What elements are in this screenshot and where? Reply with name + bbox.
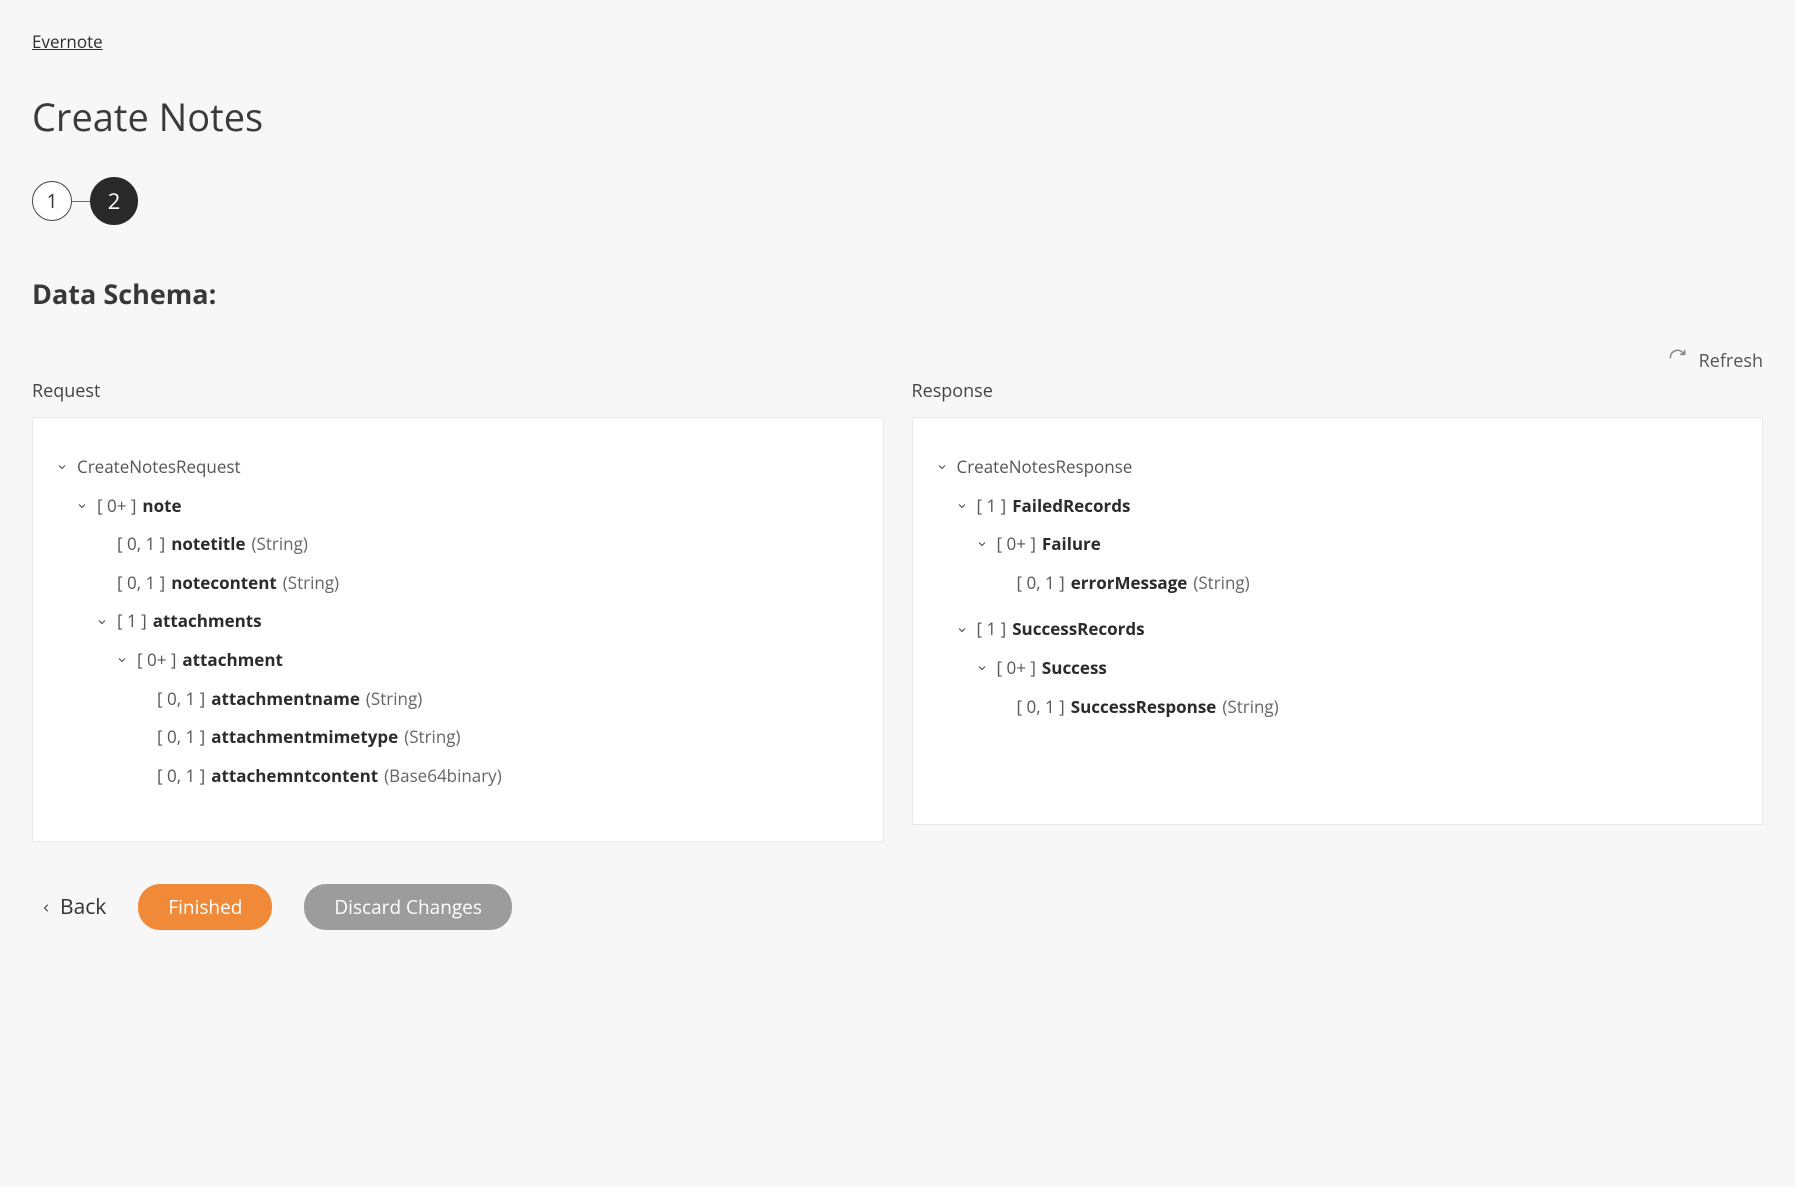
node-type: (String) [1222,692,1278,723]
chevron-down-icon[interactable] [953,497,971,515]
step-2[interactable]: 2 [90,177,138,225]
chevron-down-icon[interactable] [53,458,71,476]
response-label: Response [912,379,1764,403]
tree-node: [ 0+ ] Failure [ 0, 1 ] errorMessage (Str… [973,525,1733,606]
finished-button[interactable]: Finished [138,884,272,930]
tree-node: [ 0+ ] note[ 0, 1 ] notetitle (String)[ … [73,487,853,808]
tree-node: [ 0, 1 ] attachmentmimetype (String) [133,718,853,757]
node-type: (String) [404,722,460,753]
tree-row: [ 0, 1 ] notecontent (String) [93,568,853,599]
chevron-down-icon[interactable] [973,535,991,553]
chevron-down-icon[interactable] [933,458,951,476]
cardinality-label: [ 0, 1 ] [157,761,205,792]
node-name: attachments [153,606,262,637]
tree-row[interactable]: [ 0+ ] note [73,491,853,522]
node-name: attachmentmimetype [211,722,398,753]
node-name: SuccessResponse [1071,692,1217,723]
cardinality-label: [ 1 ] [117,606,147,637]
response-panel: CreateNotesResponse[ 1 ] FailedRecords[ … [912,417,1764,825]
cardinality-label: [ 0+ ] [137,645,176,676]
node-name: attachmentname [211,684,360,715]
chevron-down-icon[interactable] [93,613,111,631]
request-label: Request [32,379,884,403]
node-name: errorMessage [1071,568,1188,599]
tree-node: CreateNotesRequest [ 0+ ] note [ 0, 1 ] no… [53,448,853,811]
tree-node: [ 0+ ] Success [ 0, 1 ] SuccessResponse (… [973,649,1733,730]
cardinality-label: [ 0+ ] [97,491,136,522]
node-type: (String) [252,529,308,560]
chevron-down-icon[interactable] [973,659,991,677]
tree-node: [ 1 ] FailedRecords [ 0+ ] Failure [ 0, 1 … [953,487,1733,611]
tree-row[interactable]: [ 0+ ] attachment [113,645,853,676]
step-1[interactable]: 1 [32,181,72,221]
cardinality-label: [ 0+ ] [997,529,1036,560]
node-name: notetitle [171,529,245,560]
node-name: SuccessRecords [1012,614,1144,645]
cardinality-label: [ 1 ] [977,614,1007,645]
step-connector [72,201,90,202]
back-label: Back [60,893,106,921]
tree-row: [ 0, 1 ] SuccessResponse (String) [993,692,1733,723]
chevron-down-icon[interactable] [113,651,131,669]
tree-row[interactable]: CreateNotesRequest [53,452,853,483]
tree-row[interactable]: [ 0+ ] Success [973,653,1733,684]
cardinality-label: [ 0, 1 ] [157,722,205,753]
node-type: (String) [283,568,339,599]
stepper: 1 2 [32,177,1763,225]
tree-node: [ 0, 1 ] errorMessage (String) [993,564,1733,603]
request-panel: CreateNotesRequest [ 0+ ] note [ 0, 1 ] no… [32,417,884,842]
chevron-down-icon[interactable] [953,621,971,639]
cardinality-label: [ 0, 1 ] [1017,692,1065,723]
tree-node: [ 0+ ] attachment [ 0, 1 ] attachmentname… [113,641,853,799]
tree-row[interactable]: [ 1 ] attachments [93,606,853,637]
cardinality-label: [ 1 ] [977,491,1007,522]
cardinality-label: [ 0, 1 ] [1017,568,1065,599]
chevron-down-icon[interactable] [73,497,91,515]
tree-row: [ 0, 1 ] attachemntcontent (Base64binary… [133,761,853,792]
response-tree: CreateNotesResponse[ 1 ] FailedRecords[ … [933,448,1733,738]
page-title: Create Notes [32,91,1763,143]
node-name: FailedRecords [1012,491,1130,522]
tree-row[interactable]: [ 0+ ] Failure [973,529,1733,560]
node-name: attachment [182,645,283,676]
tree-row[interactable]: CreateNotesResponse [933,452,1733,483]
tree-node: [ 0, 1 ] attachmentname (String) [133,680,853,719]
request-tree: CreateNotesRequest [ 0+ ] note [ 0, 1 ] no… [53,448,853,811]
chevron-left-icon [40,893,52,921]
breadcrumb-link[interactable]: Evernote [32,30,103,53]
breadcrumb: Evernote [32,30,1763,53]
discard-changes-button[interactable]: Discard Changes [304,884,512,930]
node-name: Success [1042,653,1107,684]
node-type: (String) [1193,568,1249,599]
tree-node: [ 0, 1 ] notecontent (String) [93,564,853,603]
node-name: CreateNotesRequest [77,452,241,483]
refresh-label[interactable]: Refresh [1699,349,1763,373]
cardinality-label: [ 0+ ] [997,653,1036,684]
tree-row: [ 0, 1 ] errorMessage (String) [993,568,1733,599]
tree-row: [ 0, 1 ] attachmentmimetype (String) [133,722,853,753]
node-name: notecontent [171,568,277,599]
tree-node: [ 1 ] SuccessRecords [ 0+ ] Success [ 0, 1… [953,610,1733,734]
tree-row: [ 0, 1 ] attachmentname (String) [133,684,853,715]
tree-node: [ 0, 1 ] SuccessResponse (String) [993,688,1733,727]
tree-row[interactable]: [ 1 ] SuccessRecords [953,614,1733,645]
node-type: (Base64binary) [384,761,502,792]
tree-row[interactable]: [ 1 ] FailedRecords [953,491,1733,522]
node-name: note [142,491,181,522]
cardinality-label: [ 0, 1 ] [117,529,165,560]
tree-row: [ 0, 1 ] notetitle (String) [93,529,853,560]
node-type: (String) [366,684,422,715]
node-name: CreateNotesResponse [957,452,1133,483]
tree-node: [ 1 ] attachments [ 0+ ] attachment [ 0, 1… [93,602,853,803]
refresh-icon[interactable] [1668,348,1687,373]
node-name: attachemntcontent [211,761,378,792]
cardinality-label: [ 0, 1 ] [117,568,165,599]
tree-node: [ 0, 1 ] notetitle (String) [93,525,853,564]
tree-node: [ 0, 1 ] attachemntcontent (Base64binary… [133,757,853,796]
cardinality-label: [ 0, 1 ] [157,684,205,715]
tree-node: CreateNotesResponse[ 1 ] FailedRecords[ … [933,448,1733,738]
back-button[interactable]: Back [40,893,106,921]
section-title: Data Schema: [32,275,1763,312]
node-name: Failure [1042,529,1101,560]
